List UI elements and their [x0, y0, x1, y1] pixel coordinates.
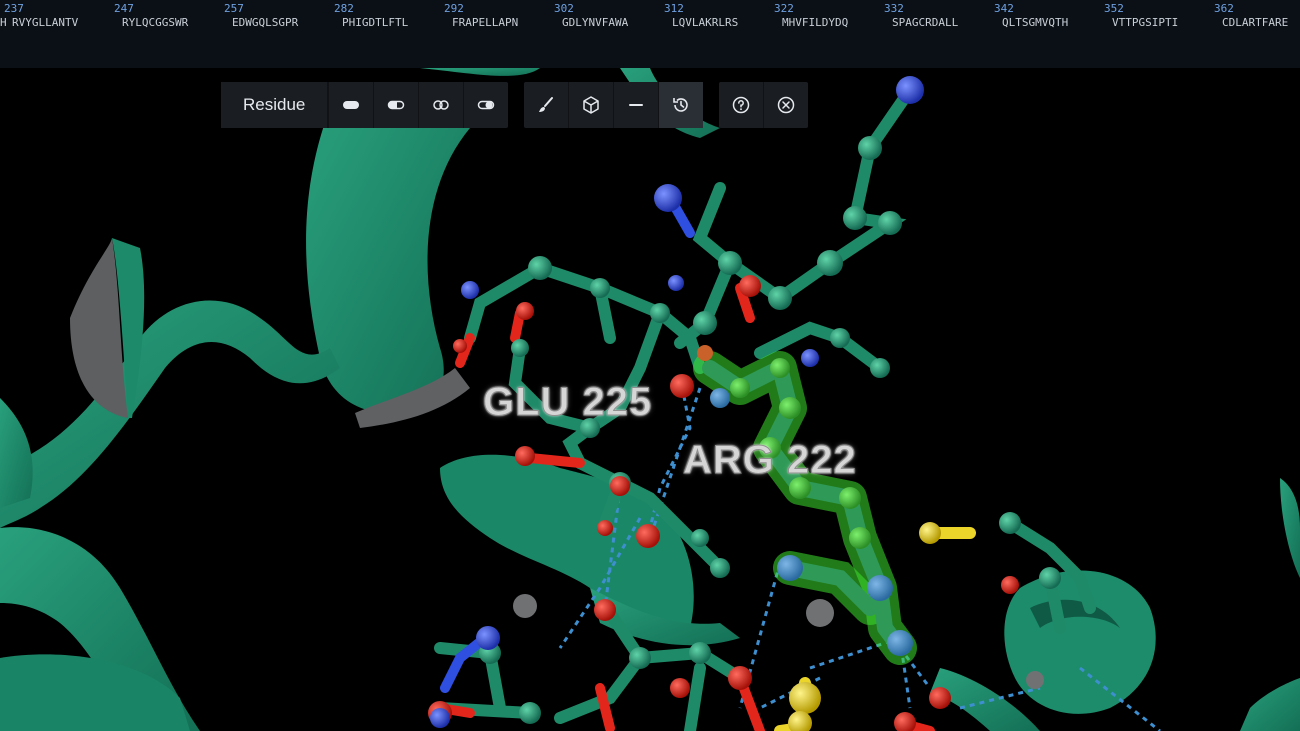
half-pill-button[interactable] — [373, 82, 418, 128]
cube-button[interactable] — [568, 82, 613, 128]
sequence-number: 342 — [994, 2, 1014, 15]
sequence-block[interactable]: SPAGCRDALL — [892, 16, 958, 29]
sequence-block[interactable]: EDWGQLSGPR — [232, 16, 298, 29]
brush-button[interactable] — [524, 82, 568, 128]
sequence-block[interactable]: LQVLAKRLRS — [672, 16, 738, 29]
sequence-block[interactable]: QLTSGMVQTH — [1002, 16, 1068, 29]
sequence-number: 292 — [444, 2, 464, 15]
sequence-number: 247 — [114, 2, 134, 15]
close-icon — [778, 96, 795, 114]
toolbar-tools-group — [524, 82, 704, 128]
minus-button[interactable] — [613, 82, 658, 128]
sequence-number: 322 — [774, 2, 794, 15]
sequence-block[interactable]: RVYGLLANTV — [12, 16, 78, 29]
sequence-number: 237 — [4, 2, 24, 15]
help-button[interactable] — [719, 82, 763, 128]
residue-mode-label[interactable]: Residue — [221, 82, 329, 128]
invert-pill-icon — [478, 100, 495, 110]
sequence-block[interactable]: MHVFILDYDQ — [782, 16, 848, 29]
sequence-number: 332 — [884, 2, 904, 15]
sequence-number: 362 — [1214, 2, 1234, 15]
sequence-block[interactable]: CDLARTFARE — [1222, 16, 1288, 29]
sequence-block[interactable]: PHIGDTLFTL — [342, 16, 408, 29]
molecule-viewport[interactable]: GLU 225 ARG 222 — [0, 68, 1300, 731]
sequence-block[interactable]: FRAPELLAPN — [452, 16, 518, 29]
sequence-number: 352 — [1104, 2, 1124, 15]
sequence-number: 257 — [224, 2, 244, 15]
help-icon — [733, 96, 750, 114]
residue-label-arg222: ARG 222 — [683, 438, 857, 483]
toolbar-representation-group: Residue — [221, 82, 509, 128]
brush-icon — [539, 97, 554, 112]
sequence-block[interactable]: RYLQCGGSWR — [122, 16, 188, 29]
sequence-leading[interactable]: H — [0, 16, 7, 29]
sequence-number: 312 — [664, 2, 684, 15]
selected-residue-arg222[interactable] — [693, 351, 917, 665]
residue-label-glu225: GLU 225 — [482, 380, 653, 425]
invert-pill-button[interactable] — [463, 82, 508, 128]
history-button[interactable] — [658, 82, 704, 128]
minus-icon — [629, 104, 644, 106]
sequence-number: 282 — [334, 2, 354, 15]
sequence-panel: 237 247 257 282 292 302 312 322 332 342 352 362 H R… — [0, 0, 1300, 69]
sequence-block[interactable]: GDLYNVFAWA — [562, 16, 628, 29]
fill-pill-button[interactable] — [328, 82, 373, 128]
half-pill-icon — [388, 100, 405, 110]
cube-icon — [583, 96, 600, 114]
viewer-toolbar: Residue — [221, 82, 824, 128]
fill-pill-icon — [343, 101, 360, 109]
history-icon — [673, 98, 689, 112]
outline-pill-icon — [433, 100, 450, 110]
sequence-block[interactable]: VTTPGSIPTI — [1112, 16, 1178, 29]
outline-pill-button[interactable] — [418, 82, 463, 128]
sequence-number: 302 — [554, 2, 574, 15]
toolbar-misc-group — [719, 82, 809, 128]
close-button[interactable] — [763, 82, 808, 128]
